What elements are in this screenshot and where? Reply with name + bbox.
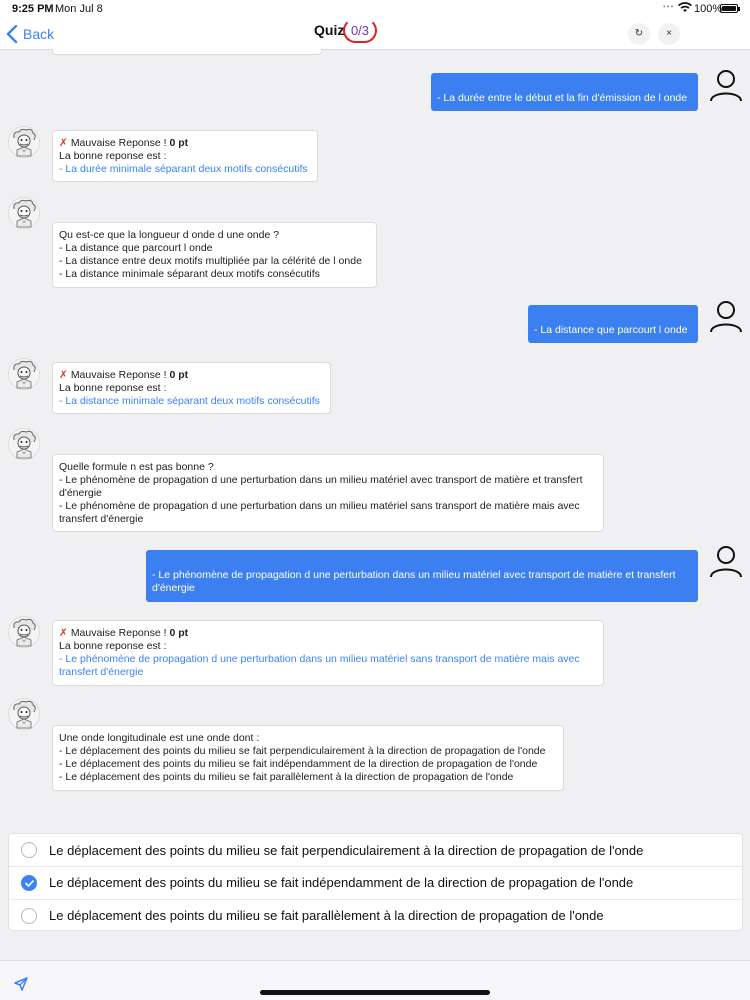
- correct-intro: La bonne reponse est :: [59, 640, 167, 652]
- choice-text: - Le déplacement des points du milieu se…: [59, 745, 546, 757]
- points-label: 0 pt: [169, 369, 189, 381]
- wrong-mark-icon: ✗: [59, 137, 68, 149]
- battery-icon: [720, 4, 740, 13]
- close-button[interactable]: ×: [658, 23, 680, 45]
- chat-bubble-fragment: [52, 49, 322, 55]
- user-message-text: - Le phénomène de propagation d une pert…: [152, 569, 676, 594]
- scientist-avatar-icon: [8, 358, 40, 390]
- user-message-text: - La distance que parcourt l onde: [534, 324, 688, 336]
- bot-feedback-message: ✗ Mauvaise Reponse ! 0 pt La bonne repons…: [52, 620, 604, 686]
- choice-text: - La distance que parcourt l onde: [59, 242, 213, 254]
- answer-option-label: Le déplacement des points du milieu se f…: [49, 842, 644, 858]
- wrong-mark-icon: ✗: [59, 627, 68, 639]
- wrong-label: Mauvaise Reponse !: [70, 369, 170, 381]
- home-indicator: [260, 990, 490, 995]
- wrong-label: Mauvaise Reponse !: [70, 137, 170, 149]
- scientist-avatar-icon: [8, 428, 40, 460]
- choice-text: - Le déplacement des points du milieu se…: [59, 758, 538, 770]
- back-label: Back: [23, 26, 55, 42]
- user-avatar-icon: [710, 70, 742, 102]
- radio-button-unchecked[interactable]: [21, 907, 37, 924]
- scientist-avatar-icon: [8, 126, 40, 158]
- bot-feedback-message: ✗ Mauvaise Reponse ! 0 pt La bonne repons…: [52, 362, 331, 414]
- correct-intro: La bonne reponse est :: [59, 150, 167, 162]
- bot-question-message: Qu est-ce que la longueur d onde d une o…: [52, 222, 377, 288]
- status-date: Mon Jul 8: [55, 3, 103, 15]
- back-button[interactable]: Back: [6, 23, 54, 45]
- answer-options-list: Le déplacement des points du milieu se f…: [8, 833, 744, 931]
- choice-text: - Le déplacement des points du milieu se…: [59, 771, 514, 783]
- score-badge: 0/3: [343, 18, 377, 43]
- scientist-avatar-icon: [8, 616, 40, 648]
- wrong-mark-icon: ✗: [59, 369, 68, 381]
- status-bar: 9:25 PM Mon Jul 8 ••• 100%: [0, 0, 750, 18]
- status-time: 9:25 PM: [12, 3, 54, 15]
- points-label: 0 pt: [169, 627, 189, 639]
- answer-option-label: Le déplacement des points du milieu se f…: [49, 908, 604, 923]
- user-avatar-icon: [710, 301, 742, 333]
- wrong-label: Mauvaise Reponse !: [70, 627, 170, 639]
- scientist-avatar-icon: [8, 698, 40, 730]
- refresh-button[interactable]: ↻: [628, 23, 650, 45]
- wifi-icon: [678, 2, 692, 12]
- user-avatar-icon: [710, 546, 742, 578]
- question-text: Quelle formule n est pas bonne ?: [59, 461, 214, 473]
- radio-button-checked[interactable]: [21, 874, 37, 891]
- correct-intro: La bonne reponse est :: [59, 382, 167, 394]
- answer-option-label: Le déplacement des points du milieu se f…: [49, 875, 634, 890]
- user-message: - La durée entre le début et la fin d'ém…: [431, 73, 698, 111]
- page-title: Quiz: [314, 22, 345, 38]
- bot-question-message: Une onde longitudinale est une onde dont…: [52, 725, 564, 791]
- user-message: - La distance que parcourt l onde: [528, 305, 698, 343]
- navigation-bar: Back Quiz 0/3 ↻ ×: [0, 18, 750, 50]
- answer-option[interactable]: Le déplacement des points du milieu se f…: [9, 866, 744, 898]
- send-icon[interactable]: [14, 977, 28, 991]
- answer-option[interactable]: Le déplacement des points du milieu se f…: [9, 834, 744, 866]
- choice-text: - Le phénomène de propagation d une pert…: [59, 500, 580, 525]
- user-message-text: - La durée entre le début et la fin d'ém…: [437, 92, 688, 104]
- user-message: - Le phénomène de propagation d une pert…: [146, 550, 698, 602]
- points-label: 0 pt: [169, 137, 189, 149]
- question-text: Qu est-ce que la longueur d onde d une o…: [59, 229, 280, 241]
- choice-text: - Le phénomène de propagation d une pert…: [59, 474, 583, 499]
- battery-percent: 100%: [694, 3, 723, 15]
- chevron-left-icon: [6, 25, 18, 43]
- radio-button-unchecked[interactable]: [21, 842, 37, 858]
- bot-question-message: Quelle formule n est pas bonne ? - Le ph…: [52, 454, 604, 532]
- bot-feedback-message: ✗ Mauvaise Reponse ! 0 pt La bonne repons…: [52, 130, 318, 182]
- bottom-toolbar: [0, 960, 750, 1000]
- correct-answer-text: - La durée minimale séparant deux motifs…: [59, 163, 308, 175]
- choice-text: - La distance minimale séparant deux mot…: [59, 268, 320, 280]
- correct-answer-text: - La distance minimale séparant deux mot…: [59, 395, 320, 407]
- question-text: Une onde longitudinale est une onde dont…: [59, 732, 260, 744]
- correct-answer-text: - Le phénomène de propagation d une pert…: [59, 653, 580, 678]
- scientist-avatar-icon: [8, 197, 40, 229]
- answer-option[interactable]: Le déplacement des points du milieu se f…: [9, 899, 744, 931]
- choice-text: - La distance entre deux motifs multipli…: [59, 255, 362, 267]
- multitask-dots-icon: •••: [663, 2, 675, 11]
- checkmark-icon: [25, 879, 34, 887]
